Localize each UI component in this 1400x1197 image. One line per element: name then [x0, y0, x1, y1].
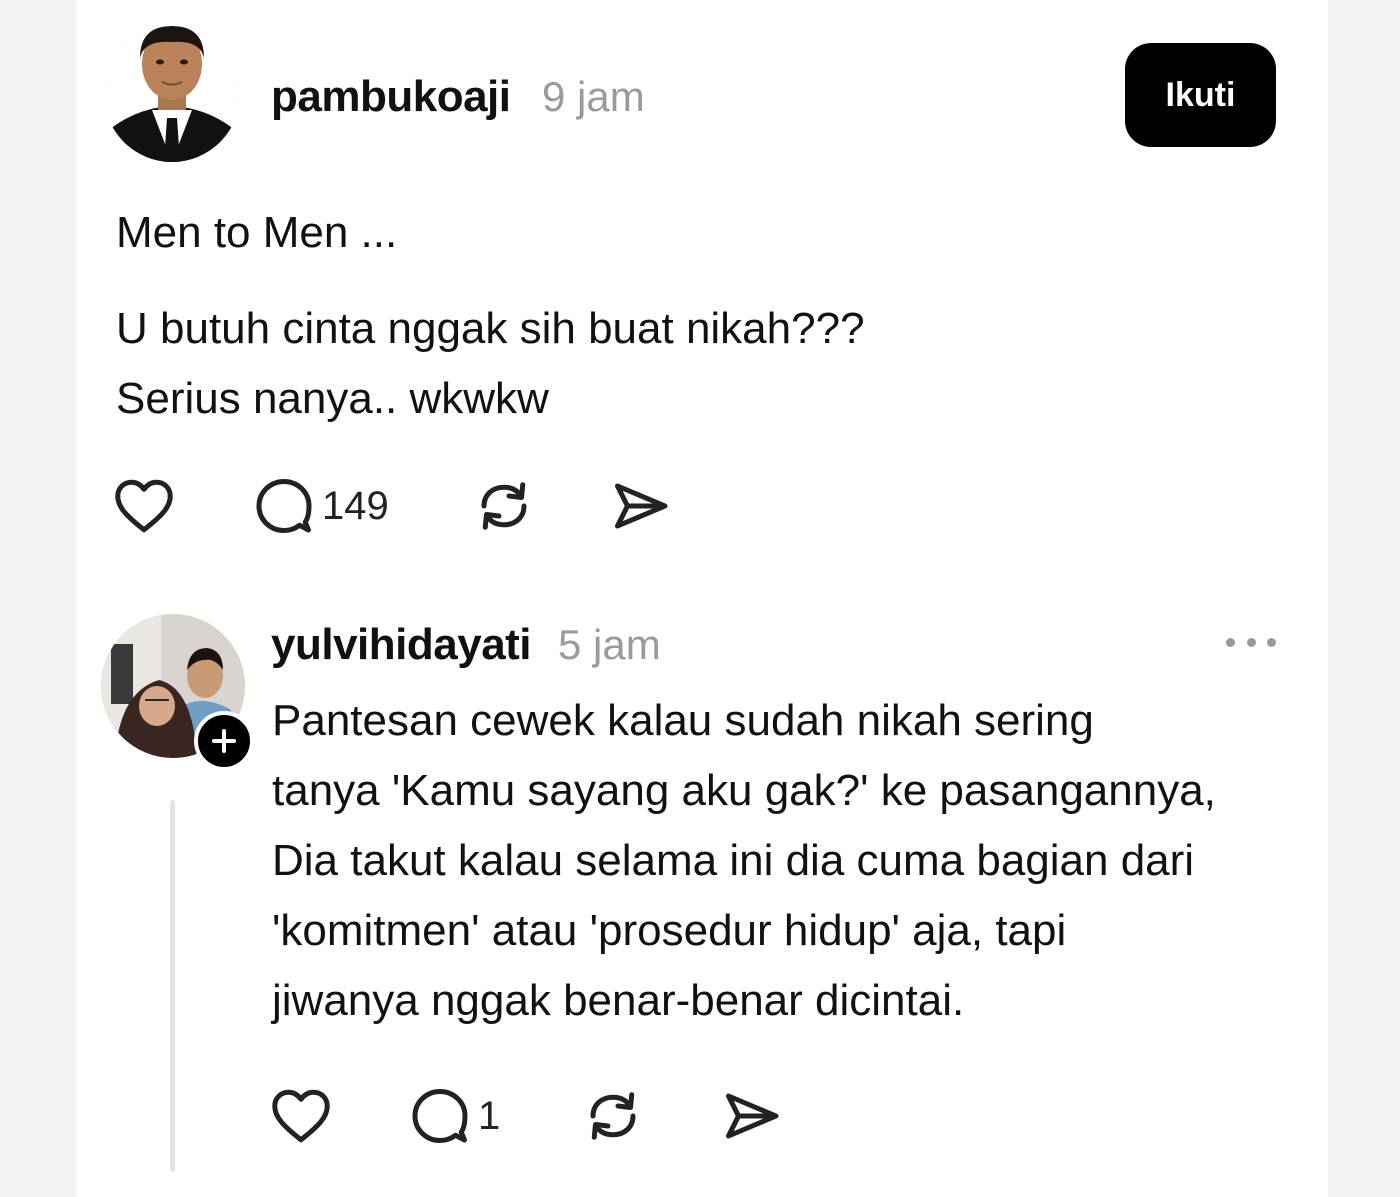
repost-button[interactable] [583, 1086, 643, 1146]
more-dots-icon [1246, 637, 1256, 647]
profile-photo [104, 26, 240, 162]
follow-button[interactable]: Ikuti [1125, 43, 1276, 147]
follow-plus-badge[interactable] [194, 711, 254, 771]
post-time: 9 jam [542, 73, 645, 120]
more-dots-icon [1226, 637, 1235, 647]
reply-text-line: 'komitmen' atau 'prosedur hidup' aja, ta… [272, 906, 1067, 955]
comment-bubble-icon [256, 479, 312, 533]
like-button[interactable] [114, 478, 174, 534]
post-text-line: U butuh cinta nggak sih buat nikah??? [116, 304, 865, 353]
repost-button[interactable] [474, 476, 534, 536]
reply-text-line: tanya 'Kamu sayang aku gak?' ke pasangan… [272, 766, 1216, 815]
repost-icon [590, 1092, 636, 1140]
more-dots-icon [1267, 637, 1276, 647]
comment-count: 1 [478, 1093, 501, 1138]
reply-time: 5 jam [558, 621, 661, 668]
send-icon [726, 1093, 779, 1139]
heart-icon [115, 479, 173, 533]
comment-count: 149 [322, 483, 389, 528]
post-text-line: Serius nanya.. wkwkw [116, 374, 549, 423]
comment-button[interactable]: 1 [410, 1086, 500, 1146]
comment-button[interactable]: 149 [254, 476, 389, 536]
reply-text-line: jiwanya nggak benar-benar dicintai. [272, 976, 965, 1025]
share-button[interactable] [721, 1088, 781, 1144]
reply-text-line: Pantesan cewek kalau sudah nikah sering [272, 696, 1094, 745]
heart-icon [272, 1089, 330, 1143]
more-options-button[interactable] [1226, 622, 1276, 662]
post-username[interactable]: pambukoaji [271, 72, 511, 122]
post-text-line: Men to Men ... [116, 208, 398, 257]
comment-bubble-icon [412, 1089, 468, 1143]
thread-line [170, 800, 175, 1172]
send-icon [615, 483, 668, 529]
share-button[interactable] [610, 478, 670, 534]
reply-username[interactable]: yulvihidayati [271, 620, 532, 670]
reply-text-line: Dia takut kalau selama ini dia cuma bagi… [272, 836, 1195, 885]
avatar[interactable] [104, 26, 240, 162]
like-button[interactable] [271, 1088, 331, 1144]
plus-icon [212, 729, 236, 753]
repost-icon [481, 482, 527, 530]
